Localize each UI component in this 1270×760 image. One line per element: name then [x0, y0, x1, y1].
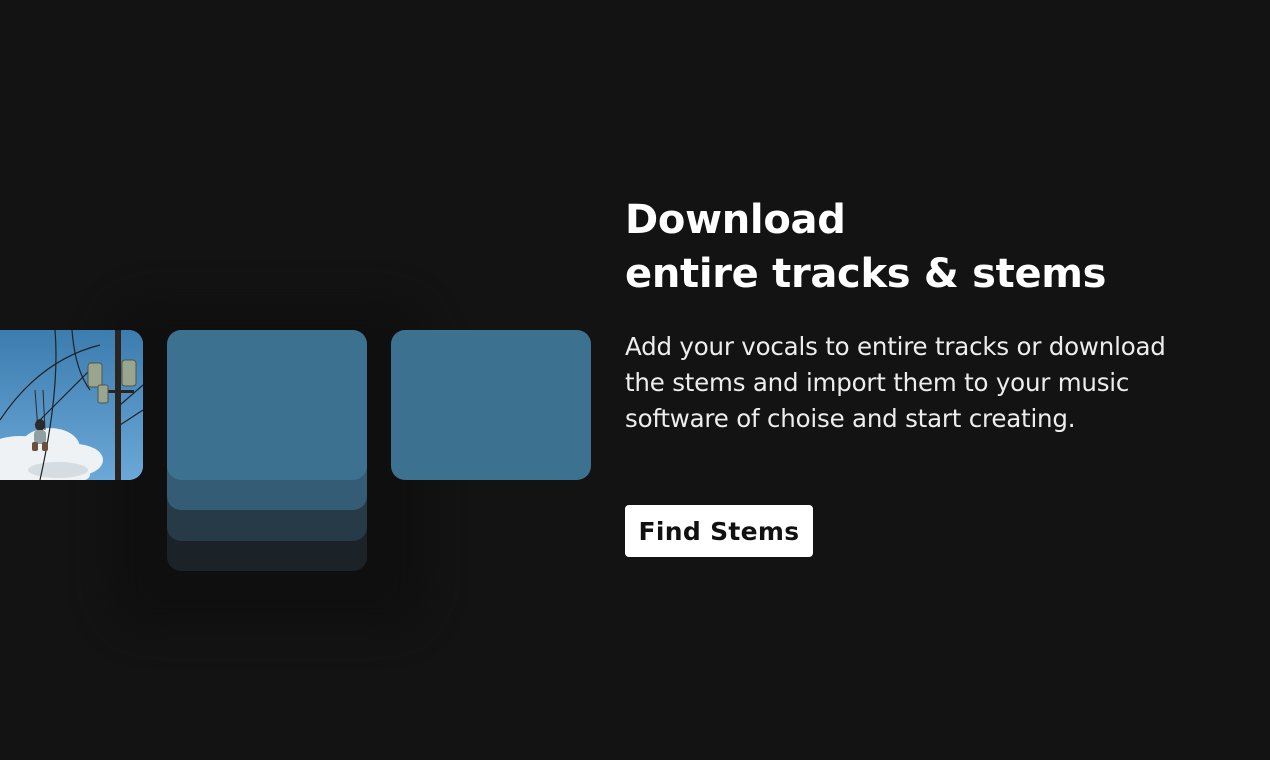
artwork-image — [0, 330, 143, 480]
heading-line-1: Download — [625, 197, 846, 243]
heading-line-2: entire tracks & stems — [625, 251, 1107, 297]
find-stems-button[interactable]: Find Stems — [625, 505, 813, 557]
section-heading: Download entire tracks & stems — [625, 193, 1106, 301]
feature-section: Download entire tracks & stems Add your … — [0, 0, 1270, 760]
section-description: Add your vocals to entire tracks or down… — [625, 329, 1245, 437]
description-line-2: the stems and import them to your music — [625, 368, 1130, 397]
stem-layer-1[interactable] — [167, 330, 367, 480]
track-tile[interactable] — [391, 330, 591, 480]
track-artwork-photo[interactable] — [0, 330, 143, 480]
description-line-1: Add your vocals to entire tracks or down… — [625, 332, 1166, 361]
description-line-3: software of choise and start creating. — [625, 404, 1076, 433]
